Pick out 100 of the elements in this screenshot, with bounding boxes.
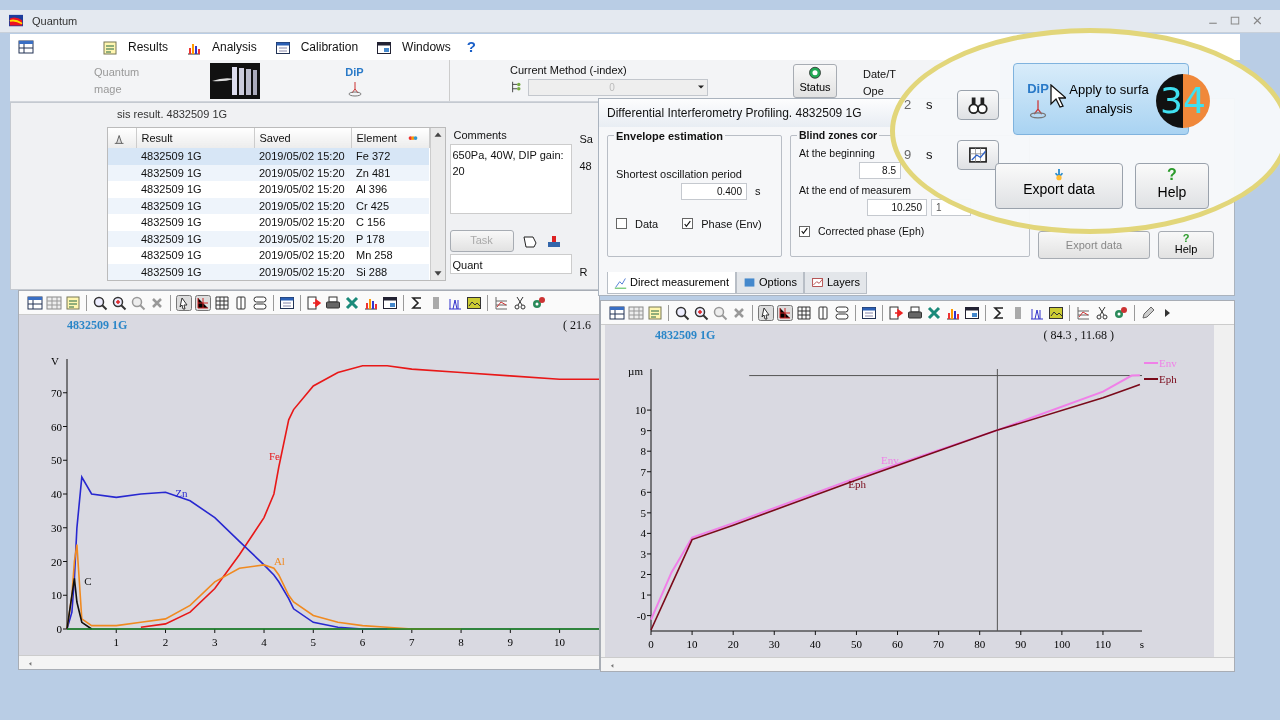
table-cell: 2019/05/02 15:20 bbox=[254, 230, 351, 247]
scissors-icon[interactable] bbox=[512, 294, 528, 311]
tick-label: 10 bbox=[51, 589, 62, 602]
pointer-icon[interactable] bbox=[176, 294, 192, 311]
tick-label: 1 bbox=[640, 589, 646, 602]
excel-icon[interactable] bbox=[344, 294, 360, 311]
menu-item[interactable]: Calibration bbox=[294, 36, 365, 58]
tick-label: 8 bbox=[458, 636, 464, 648]
tick-label: 8 bbox=[640, 445, 646, 458]
checkbox[interactable] bbox=[616, 218, 627, 230]
gears-icon[interactable] bbox=[1113, 304, 1129, 321]
check-icon bbox=[800, 226, 809, 237]
scissors-icon[interactable] bbox=[1094, 304, 1110, 321]
table-icon[interactable] bbox=[27, 294, 43, 311]
checkbox-label: Phase (Env) bbox=[701, 216, 762, 232]
tab[interactable]: Direct measurement bbox=[607, 272, 737, 294]
window-icon[interactable] bbox=[964, 304, 980, 321]
table-row[interactable]: 4832509 1G 2019/05/02 15:20 Al 396 bbox=[108, 181, 429, 198]
app-icon bbox=[8, 14, 24, 28]
menu-item[interactable]: Windows bbox=[396, 36, 457, 58]
axes-icon[interactable] bbox=[777, 304, 793, 321]
menu-item[interactable]: Results bbox=[122, 36, 174, 58]
binoculars-button[interactable] bbox=[956, 90, 999, 120]
pen-icon[interactable] bbox=[1140, 304, 1156, 321]
column-icon[interactable] bbox=[233, 294, 249, 311]
table-row[interactable]: 4832509 1G 2019/05/02 15:20 Fe 372 bbox=[108, 148, 429, 165]
tick-label: 40 bbox=[51, 488, 62, 500]
curve-label: C bbox=[84, 575, 92, 588]
chart-title: 4832509 1G bbox=[67, 317, 128, 329]
calendar-icon[interactable] bbox=[274, 39, 291, 56]
image-icon[interactable] bbox=[1048, 304, 1064, 321]
split-icon[interactable] bbox=[252, 294, 268, 311]
table-cell: 4832509 1G bbox=[136, 197, 254, 214]
checkbox[interactable] bbox=[682, 218, 694, 230]
tick-label: 6 bbox=[640, 486, 646, 499]
chart-button[interactable] bbox=[956, 140, 999, 170]
zoom-in-icon[interactable] bbox=[693, 304, 709, 321]
grid-icon[interactable] bbox=[214, 294, 230, 311]
tab[interactable]: Layers bbox=[803, 272, 867, 294]
magnifier-icon[interactable] bbox=[674, 304, 690, 321]
table-icon[interactable] bbox=[18, 39, 34, 55]
tick-label: 0 bbox=[56, 623, 62, 635]
comments-field[interactable]: 650Pa, 40W, DIP gain: 20 bbox=[449, 143, 572, 214]
tick-label: 70 bbox=[51, 386, 62, 399]
calendar-icon[interactable] bbox=[861, 304, 877, 321]
end-field[interactable]: 10.250 bbox=[867, 198, 927, 216]
layers-icon bbox=[810, 275, 824, 289]
tick-label: 30 bbox=[51, 521, 62, 534]
column-header[interactable]: Saved bbox=[254, 128, 351, 148]
column-header[interactable]: Result bbox=[136, 128, 254, 148]
column-icon[interactable] bbox=[815, 304, 831, 321]
window-icon bbox=[743, 275, 757, 289]
export-icon[interactable] bbox=[888, 304, 904, 321]
field-label: Shortest oscillation period bbox=[616, 167, 742, 182]
table-cell: 2019/05/02 15:20 bbox=[254, 247, 351, 264]
window-icon[interactable] bbox=[382, 294, 398, 311]
checkbox[interactable] bbox=[799, 225, 810, 237]
tab[interactable]: Options bbox=[736, 272, 804, 294]
status-button[interactable]: Status bbox=[793, 63, 837, 98]
gears-icon[interactable] bbox=[531, 294, 547, 311]
tick-label: 9 bbox=[507, 636, 514, 648]
calendar-icon[interactable] bbox=[279, 294, 295, 311]
window-icon[interactable] bbox=[376, 39, 393, 56]
chart-grid-icon[interactable] bbox=[1075, 304, 1091, 321]
tick-label: 4 bbox=[640, 527, 646, 540]
printer-icon[interactable] bbox=[325, 294, 341, 311]
help-button[interactable]: ? Help bbox=[1158, 231, 1214, 259]
pointer-icon[interactable] bbox=[758, 304, 774, 321]
tick-label: 40 bbox=[809, 638, 821, 650]
excel-icon[interactable] bbox=[926, 304, 942, 321]
tick-label: 7 bbox=[640, 465, 646, 478]
table-icon[interactable] bbox=[609, 304, 625, 321]
legend-line bbox=[1143, 362, 1159, 364]
help-menu[interactable]: ? bbox=[460, 33, 482, 61]
image-icon[interactable] bbox=[466, 294, 482, 311]
label-fragment: 48 bbox=[579, 158, 592, 174]
table-cell: 2019/05/02 15:20 bbox=[254, 197, 351, 214]
magnifier-icon[interactable] bbox=[92, 294, 108, 311]
help-button[interactable]: ? Help bbox=[1135, 163, 1209, 209]
panel-label: Comments bbox=[452, 128, 508, 143]
export-button[interactable]: Export data bbox=[995, 163, 1123, 209]
chart-grid-icon[interactable] bbox=[493, 294, 509, 311]
period-field[interactable]: 0.400 bbox=[681, 182, 747, 200]
zoom-in-icon[interactable] bbox=[111, 294, 127, 311]
field-label: Current Method (-index) bbox=[510, 63, 628, 78]
printer-icon[interactable] bbox=[907, 304, 923, 321]
export-icon[interactable] bbox=[306, 294, 322, 311]
tick-label: 30 bbox=[768, 638, 780, 650]
task-field[interactable]: Quant bbox=[449, 253, 572, 274]
begin-field[interactable]: 8.5 bbox=[859, 161, 901, 179]
menu-item[interactable]: Analysis bbox=[206, 36, 263, 58]
grid-icon[interactable] bbox=[796, 304, 812, 321]
split-icon[interactable] bbox=[834, 304, 850, 321]
axes-icon[interactable] bbox=[195, 294, 211, 311]
table-cell: 2019/05/02 15:20 bbox=[254, 148, 351, 165]
field-label: At the beginning bbox=[799, 146, 875, 161]
table-row[interactable]: 4832509 1G 2019/05/02 15:20 Mn 258 bbox=[108, 247, 429, 264]
tick-label: 10 bbox=[686, 638, 698, 650]
tick-label: 9 bbox=[640, 424, 646, 437]
window-title: sis result. 4832509 1G bbox=[117, 108, 228, 120]
